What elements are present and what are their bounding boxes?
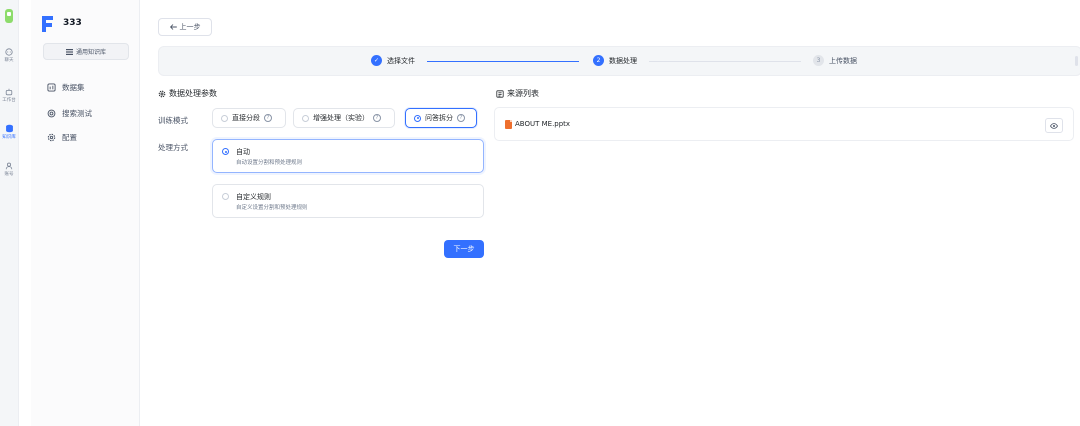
preview-button[interactable] [1045,118,1063,133]
target-icon [47,109,56,118]
back-button[interactable]: 上一步 [158,18,212,36]
gear-icon [47,133,56,142]
kb-type-badge: 通用知识库 [43,43,129,60]
step-label: 选择文件 [387,56,415,65]
radio-icon [302,114,309,122]
radio-icon [221,114,228,122]
rail-item-account[interactable]: 账号 [0,162,18,177]
step-number: 3 [813,55,824,66]
radio-selected-icon [222,148,229,155]
app-logo-icon [5,9,13,23]
train-mode-enhance[interactable]: 增强处理（实验） ? [293,108,395,128]
params-title: 数据处理参数 [158,88,217,99]
rail-item-label: 聊天 [4,58,14,63]
user-icon [5,162,13,170]
app-rail: 聊天 工作台 知识库 账号 [0,0,19,426]
sidebar-item-search-test[interactable]: 搜索测试 [47,108,92,119]
step-connector [427,61,579,62]
database-icon [5,124,13,133]
sidebar-item-config[interactable]: 配置 [47,132,77,143]
train-mode-qa-split[interactable]: 问答拆分 ? [405,108,477,128]
step-select-file: ✓ 选择文件 [371,55,415,66]
sidebar-item-label: 搜索测试 [62,109,92,118]
sidebar-item-label: 配置 [62,133,77,142]
robot-icon [5,88,13,96]
rail-item-label: 知识库 [2,135,16,140]
rail-item-workspace[interactable]: 工作台 [0,88,18,103]
source-file-row: ABOUT ME.pptx [494,107,1074,141]
rail-item-label: 账号 [4,172,14,177]
kb-type-label: 通用知识库 [75,49,106,56]
kb-logo-icon [42,16,53,32]
rail-item-chat[interactable]: 聊天 [0,48,18,63]
dataset-icon [47,83,56,92]
help-icon[interactable]: ? [264,114,272,122]
kb-sidebar: 333 通用知识库 数据集 搜索测试 配置 [31,0,140,426]
params-title-text: 数据处理参数 [169,89,217,98]
train-mode-direct[interactable]: 直接分段 ? [212,108,286,128]
settings-icon [158,90,166,97]
next-button[interactable]: 下一步 [444,240,484,258]
doc-list-icon [496,89,504,98]
step-label: 上传数据 [829,56,857,65]
list-icon [65,48,73,55]
pptx-file-icon [505,120,512,129]
steps-bar: ✓ 选择文件 2 数据处理 3 上传数据 [158,46,1080,76]
train-mode-label-text: 增强处理（实验） [313,114,369,122]
method-desc: 自动设置分割和预处理规则 [236,160,303,166]
sources-title-text: 来源列表 [507,89,539,98]
step-number: 2 [593,55,604,66]
chat-icon [5,48,13,56]
main-content: 上一步 ✓ 选择文件 2 数据处理 3 上传数据 数据处理参数 训练模式 直接分… [140,0,1080,426]
eye-icon [1050,122,1058,129]
rail-item-label: 工作台 [2,98,16,103]
step-label: 数据处理 [609,56,637,65]
step-upload: 3 上传数据 [813,55,857,66]
radio-selected-icon [414,114,421,122]
train-mode-label-text: 直接分段 [232,114,260,122]
kb-name: 333 [63,18,82,28]
method-label: 处理方式 [158,143,188,152]
method-desc: 自定义设置分割和预处理规则 [236,205,308,211]
method-title: 自动 [236,148,250,156]
method-custom-card[interactable]: 自定义规则 自定义设置分割和预处理规则 [212,184,484,218]
radio-icon [222,193,229,200]
file-name: ABOUT ME.pptx [515,120,571,128]
sources-title: 来源列表 [496,88,539,99]
method-auto-card[interactable]: 自动 自动设置分割和预处理规则 [212,139,484,173]
sidebar-item-dataset[interactable]: 数据集 [47,82,85,93]
step-connector [649,61,801,62]
train-mode-label-text: 问答拆分 [425,114,453,122]
scroll-edge [1075,56,1078,66]
step-data-process: 2 数据处理 [593,55,637,66]
train-mode-label: 训练模式 [158,116,188,125]
help-icon[interactable]: ? [457,114,465,122]
rail-item-knowledge[interactable]: 知识库 [0,124,18,140]
check-icon: ✓ [371,55,382,66]
back-label: 上一步 [179,23,201,31]
arrow-left-icon [169,24,177,30]
method-title: 自定义规则 [236,193,271,201]
help-icon[interactable]: ? [373,114,381,122]
sidebar-item-label: 数据集 [62,83,85,92]
